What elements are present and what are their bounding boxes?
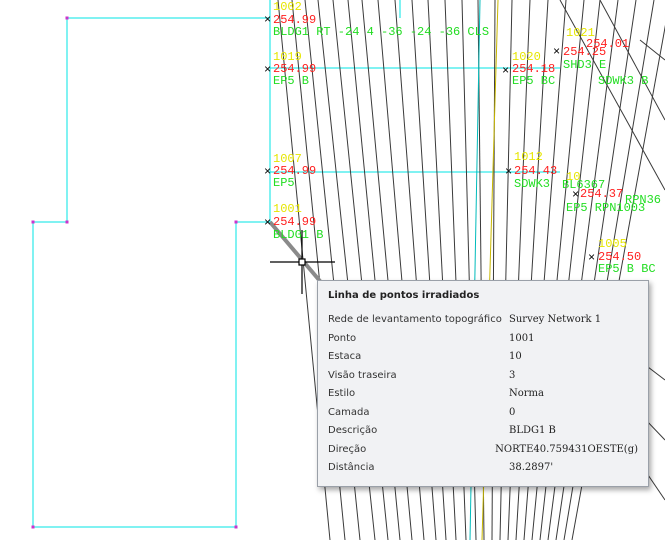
tooltip-row-value: Survey Network 1 — [509, 314, 602, 325]
tooltip-row: Distância 38.2897' — [328, 459, 638, 478]
tooltip-row-value: 3 — [509, 369, 516, 381]
tooltip-row-label: Visão traseira — [328, 369, 397, 381]
point-marker-icon: × — [553, 45, 560, 59]
tooltip-row-value: 38.2897' — [509, 462, 554, 473]
point-marker-icon: × — [502, 64, 509, 78]
tooltip-row-value: Norma — [509, 388, 544, 399]
tooltip-row-value: NORTE40.759431OESTE(g) — [495, 443, 638, 455]
point-1019[interactable]: × 1019 254.99 EP5 B — [264, 50, 316, 88]
tooltip-row: Estilo Norma — [328, 385, 638, 404]
point-marker-icon: × — [572, 188, 579, 202]
tooltip-row-label: Descrição — [328, 425, 378, 436]
point-1005[interactable]: × 1005 254.50 EP5 B BC — [588, 237, 656, 276]
point-description: SHD3 E — [563, 58, 606, 72]
point-elevation: 254.37 — [580, 187, 623, 201]
tooltip-row-value: BLDG1 B — [509, 425, 556, 436]
point-marker-icon: × — [264, 165, 271, 179]
outline-main[interactable] — [32, 0, 271, 528]
point-elevation: 254.99 — [273, 215, 316, 229]
tooltip-row: Ponto 1001 — [328, 330, 638, 349]
point-1002[interactable]: × 1002 254.99 BLDG1 RT -24 4 -36 -24 -36… — [264, 0, 489, 39]
point-description: BLDG1 B — [273, 228, 323, 242]
tooltip-row-label: Direção — [328, 443, 367, 455]
point-number: 1005 — [598, 237, 627, 251]
tooltip-row-label: Estaca — [328, 351, 362, 362]
point-cluster[interactable]: 10 BL6367 × 254.37 EP5 RPN1003 RPN36 — [562, 170, 661, 215]
point-marker-icon: × — [264, 13, 271, 27]
tooltip-title: Linha de pontos irradiados — [328, 290, 480, 301]
tooltip-row-label: Distância — [328, 462, 375, 473]
point-marker-icon: × — [588, 251, 595, 265]
tooltip-row-value: 10 — [509, 351, 522, 362]
point-number: 1001 — [273, 202, 302, 216]
point-elevation-secondary: 254.01 — [586, 37, 629, 51]
tooltip-row: Descrição BLDG1 B — [328, 422, 638, 441]
point-description: EP5 B BC — [598, 262, 656, 276]
point-1001[interactable]: × 1001 254.99 BLDG1 B — [264, 202, 323, 242]
point-marker-icon: × — [264, 216, 271, 230]
tooltip-row-value: 1001 — [509, 332, 535, 344]
point-description: EP5 BC — [512, 74, 555, 88]
point-marker-icon: × — [505, 165, 512, 179]
tooltip-row-label: Camada — [328, 406, 370, 418]
tooltip-row: Direção NORTE40.759431OESTE(g) — [328, 441, 638, 460]
tooltip-rows: Rede de levantamento topográfico Survey … — [328, 311, 638, 478]
tooltip-row: Estaca 10 — [328, 348, 638, 367]
label-rpn: RPN36 — [625, 193, 661, 207]
tooltip-row-label: Ponto — [328, 332, 357, 344]
point-elevation: 254.43 — [514, 164, 557, 178]
tooltip-row: Rede de levantamento topográfico Survey … — [328, 311, 638, 330]
point-1007[interactable]: × 1007 254.99 EP5 — [264, 152, 316, 190]
tooltip-row: Camada 0 — [328, 404, 638, 423]
label-sdwk3b: SDWK3 B — [598, 74, 648, 88]
outline-vertices — [31, 16, 238, 529]
point-description: EP5 — [273, 176, 295, 190]
point-description: SDWK3 — [514, 177, 550, 191]
point-number: 1002 — [273, 0, 302, 14]
point-description: BLDG1 RT -24 4 -36 -24 -36 CLS — [273, 25, 489, 39]
point-description: EP5 B — [273, 74, 309, 88]
point-marker-icon: × — [264, 63, 271, 77]
point-1012[interactable]: × 1012 254.43 SDWK3 — [505, 150, 557, 191]
point-number: 1012 — [514, 150, 543, 164]
point-tooltip: Linha de pontos irradiados Rede de levan… — [317, 280, 649, 487]
tooltip-row-label: Rede de levantamento topográfico — [328, 314, 502, 325]
tooltip-row: Visão traseira 3 — [328, 367, 638, 386]
tooltip-row-label: Estilo — [328, 388, 356, 399]
tooltip-row-value: 0 — [509, 406, 516, 418]
